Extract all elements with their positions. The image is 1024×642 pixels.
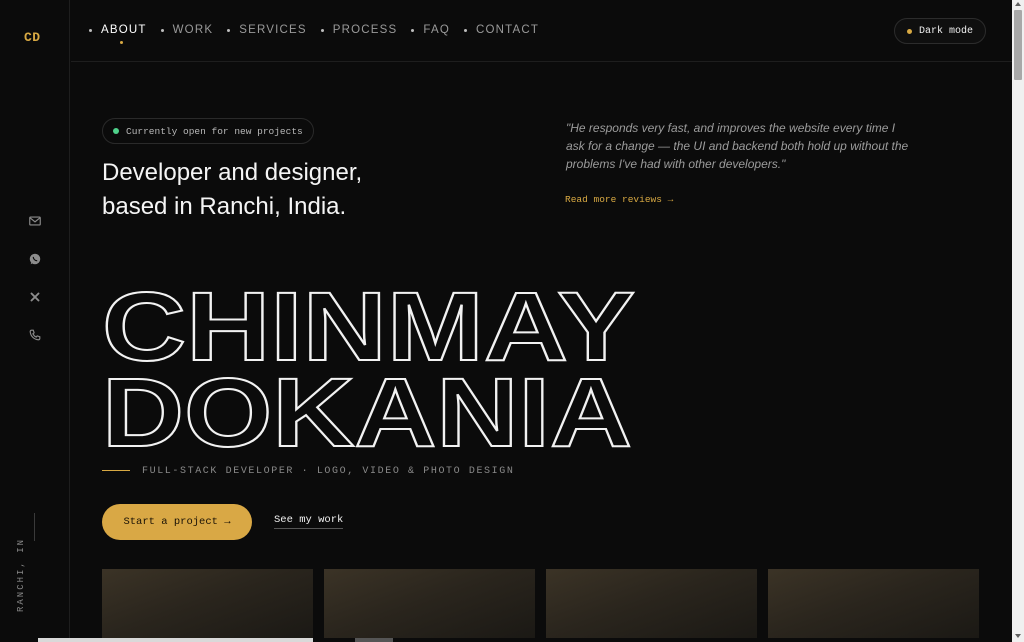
logo[interactable]: CD [24, 30, 41, 45]
whatsapp-icon[interactable] [27, 251, 43, 267]
nav-item-process[interactable]: PROCESS [320, 24, 398, 36]
nav-item-about[interactable]: ABOUT [89, 24, 147, 44]
work-card[interactable] [768, 569, 979, 642]
x-icon[interactable] [27, 289, 43, 305]
outlined-name: CHINMAY DOKANIA [101, 270, 662, 468]
testimonial-quote: "He responds very fast, and improves the… [566, 121, 909, 171]
scroll-down-icon[interactable] [1015, 634, 1021, 638]
work-card[interactable] [324, 569, 535, 642]
status-dot-icon [113, 128, 119, 134]
work-card[interactable] [546, 569, 757, 642]
dark-mode-label: Dark mode [919, 25, 974, 37]
availability-badge: Currently open for new projects [102, 118, 314, 144]
read-reviews-link[interactable]: Read more reviews → [565, 194, 673, 205]
scrollbar[interactable] [1012, 0, 1024, 642]
nav-item-faq[interactable]: FAQ [411, 24, 450, 36]
nav-item-contact[interactable]: CONTACT [464, 24, 539, 36]
rail-divider [34, 513, 35, 541]
availability-text: Currently open for new projects [126, 125, 303, 137]
scroll-thumb[interactable] [1014, 10, 1022, 80]
headline-line-1: Developer and designer, [102, 159, 363, 186]
scroll-up-icon[interactable] [1015, 2, 1021, 6]
phone-icon[interactable] [27, 327, 43, 343]
mode-indicator-icon [907, 28, 912, 34]
work-card[interactable] [102, 569, 313, 642]
name-line-2: DOKANIA [102, 358, 632, 460]
location-label: RANCHI, IN [16, 537, 26, 612]
bottom-strip [0, 638, 1012, 642]
start-project-button[interactable]: Start a project → [102, 504, 252, 540]
nav-item-services[interactable]: SERVICES [227, 24, 307, 36]
nav-item-work[interactable]: WORK [160, 24, 214, 36]
dark-mode-toggle[interactable]: Dark mode [894, 18, 987, 44]
main-nav: ABOUT WORK SERVICES PROCESS FAQ CONTACT [89, 24, 553, 44]
work-preview-cards [102, 569, 979, 642]
headline-line-2: based in Ranchi, India. [102, 193, 347, 220]
left-rail: CD RANCHI, IN [0, 0, 70, 642]
hero-headline: Developer and designer, based in Ranchi,… [102, 156, 442, 224]
role-tagline: FULL-STACK DEVELOPER · LOGO, VIDEO & PHO… [142, 466, 515, 477]
mail-icon[interactable] [27, 213, 43, 229]
role-accent-line [102, 470, 130, 471]
see-work-link[interactable]: See my work [274, 514, 344, 529]
top-bar: ABOUT WORK SERVICES PROCESS FAQ CONTACT … [71, 0, 1012, 62]
